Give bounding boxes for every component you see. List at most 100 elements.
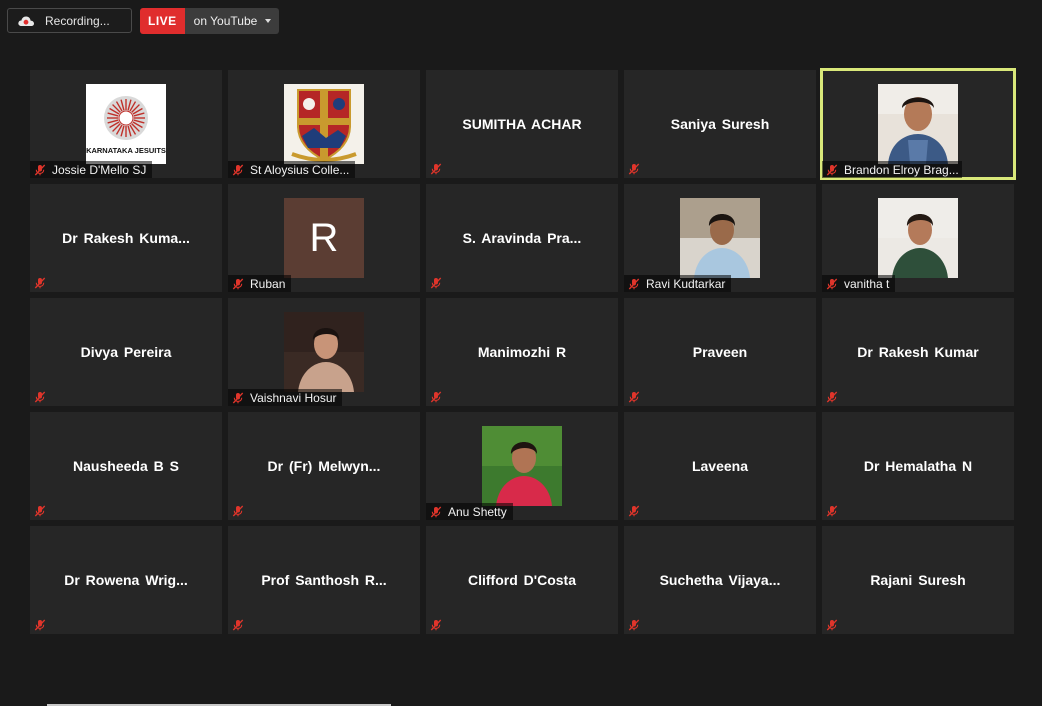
live-target-label: on YouTube	[193, 14, 258, 28]
profile-photo	[878, 198, 958, 278]
caret-down-icon	[265, 19, 272, 23]
participant-tile[interactable]: R Ruban	[228, 184, 420, 292]
participant-label: Jossie D'Mello SJ	[30, 161, 153, 178]
participant-name: Dr Hemalatha N	[863, 458, 973, 474]
participant-tile[interactable]: Vaishnavi Hosur	[228, 298, 420, 406]
karnataka-jesuits-logo: KARNATAKA JESUITS	[86, 84, 166, 164]
participant-tile[interactable]: Rajani Suresh	[822, 526, 1014, 634]
cloud-record-icon	[18, 15, 34, 26]
participant-tile[interactable]: St Aloysius Colle...	[228, 70, 420, 178]
participant-label: Ruban	[228, 275, 292, 292]
muted-mic-icon	[232, 618, 244, 631]
participant-name: Brandon Elroy Brag...	[844, 162, 959, 177]
initial-avatar: R	[284, 198, 364, 278]
participant-name: Divya Pereira	[80, 344, 172, 360]
participant-tile[interactable]: vanitha t	[822, 184, 1014, 292]
muted-mic-icon	[430, 618, 442, 631]
live-target-dropdown[interactable]: on YouTube	[184, 8, 280, 34]
participant-label: St Aloysius Colle...	[228, 161, 356, 178]
participant-tile[interactable]: Prof Santhosh R...	[228, 526, 420, 634]
recording-indicator[interactable]: Recording...	[7, 8, 132, 33]
participant-tile[interactable]: Dr (Fr) Melwyn...	[228, 412, 420, 520]
participant-tile[interactable]: KARNATAKA JESUITS Jossie D'Mello SJ	[30, 70, 222, 178]
muted-mic-icon	[34, 276, 46, 289]
participant-label: Ravi Kudtarkar	[624, 275, 732, 292]
muted-mic-icon	[628, 618, 640, 631]
video-feed	[878, 84, 958, 164]
participant-tile[interactable]: SUMITHA ACHAR	[426, 70, 618, 178]
participant-tile[interactable]: Laveena	[624, 412, 816, 520]
participant-name: Praveen	[692, 344, 748, 360]
muted-mic-icon	[430, 276, 442, 289]
muted-mic-icon	[628, 278, 640, 290]
participant-name: Dr Rakesh Kuma...	[62, 230, 190, 246]
recording-label: Recording...	[45, 13, 110, 28]
muted-mic-icon	[826, 390, 838, 403]
muted-mic-icon	[826, 504, 838, 517]
participant-label: Brandon Elroy Brag...	[822, 161, 962, 178]
participant-tile[interactable]: Praveen	[624, 298, 816, 406]
participant-name: Ruban	[250, 276, 286, 291]
participant-tile[interactable]: Nausheeda B S	[30, 412, 222, 520]
profile-photo	[680, 198, 760, 278]
participant-tile[interactable]: Dr Rakesh Kumar	[822, 298, 1014, 406]
participant-tile[interactable]: Suchetha Vijaya...	[624, 526, 816, 634]
participant-name: Rajani Suresh	[870, 572, 966, 588]
participant-name: Laveena	[691, 458, 749, 474]
muted-mic-icon	[232, 392, 244, 404]
muted-mic-icon	[826, 164, 838, 176]
participant-name: S. Aravinda Pra...	[462, 230, 582, 246]
muted-mic-icon	[232, 278, 244, 290]
participant-tile[interactable]: Dr Rakesh Kuma...	[30, 184, 222, 292]
participant-tile[interactable]: Saniya Suresh	[624, 70, 816, 178]
participant-tile[interactable]: Dr Rowena Wrig...	[30, 526, 222, 634]
participant-tile[interactable]: Ravi Kudtarkar	[624, 184, 816, 292]
muted-mic-icon	[628, 504, 640, 517]
st-aloysius-crest	[284, 84, 364, 164]
live-stream-button[interactable]: LIVE on YouTube	[140, 8, 280, 34]
participant-tile[interactable]: Anu Shetty	[426, 412, 618, 520]
live-badge: LIVE	[140, 8, 185, 34]
muted-mic-icon	[826, 278, 838, 290]
muted-mic-icon	[34, 390, 46, 403]
gallery-grid: KARNATAKA JESUITS Jossie D'Mello SJ St Alo…	[30, 68, 1016, 634]
participant-name: SUMITHA ACHAR	[462, 116, 582, 132]
participant-name: Clifford D'Costa	[468, 572, 576, 588]
profile-photo	[284, 312, 364, 392]
participant-name: Dr Rakesh Kumar	[857, 344, 979, 360]
meeting-topbar: Recording... LIVE on YouTube	[7, 8, 280, 34]
participant-tile[interactable]: Dr Hemalatha N	[822, 412, 1014, 520]
participant-name: Saniya Suresh	[670, 116, 770, 132]
participant-name: Suchetha Vijaya...	[659, 572, 781, 588]
participant-tile[interactable]: Brandon Elroy Brag...	[820, 68, 1016, 180]
participant-name: Ravi Kudtarkar	[646, 276, 726, 291]
participant-label: Vaishnavi Hosur	[228, 389, 343, 406]
participant-name: Nausheeda B S	[73, 458, 179, 474]
muted-mic-icon	[34, 164, 46, 176]
avatar-initial: R	[309, 215, 339, 260]
participant-tile[interactable]: Divya Pereira	[30, 298, 222, 406]
participant-tile[interactable]: Clifford D'Costa	[426, 526, 618, 634]
participant-name: Anu Shetty	[448, 504, 507, 519]
participant-name: St Aloysius Colle...	[250, 162, 350, 177]
participant-tile[interactable]: Manimozhi R	[426, 298, 618, 406]
participant-tile[interactable]: S. Aravinda Pra...	[426, 184, 618, 292]
muted-mic-icon	[430, 390, 442, 403]
muted-mic-icon	[34, 504, 46, 517]
participant-name: Prof Santhosh R...	[261, 572, 387, 588]
participant-name: Dr Rowena Wrig...	[64, 572, 188, 588]
participant-name: Vaishnavi Hosur	[250, 390, 337, 405]
muted-mic-icon	[430, 506, 442, 518]
participant-name: Jossie D'Mello SJ	[52, 162, 147, 177]
muted-mic-icon	[628, 162, 640, 175]
muted-mic-icon	[34, 618, 46, 631]
participant-label: vanitha t	[822, 275, 896, 292]
participant-name: Dr (Fr) Melwyn...	[267, 458, 381, 474]
muted-mic-icon	[826, 618, 838, 631]
profile-photo	[482, 426, 562, 506]
muted-mic-icon	[232, 164, 244, 176]
karnataka-jesuits-wordmark: KARNATAKA JESUITS	[86, 146, 166, 155]
participant-name: Manimozhi R	[477, 344, 567, 360]
participant-label: Anu Shetty	[426, 503, 513, 520]
muted-mic-icon	[232, 504, 244, 517]
